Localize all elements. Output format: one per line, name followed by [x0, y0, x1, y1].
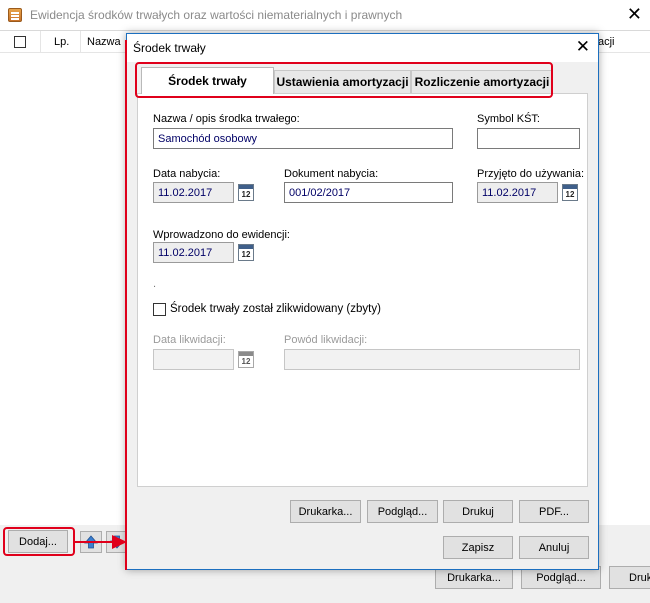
dialog-title: Środek trwały — [133, 41, 206, 55]
select-all-checkbox[interactable] — [14, 36, 26, 48]
calendar-icon[interactable]: 12 — [562, 184, 578, 201]
app-icon — [8, 8, 22, 22]
acquisition-document-input[interactable]: 001/02/2017 — [284, 182, 453, 203]
liquidation-reason-input[interactable] — [284, 349, 580, 370]
name-input[interactable]: Samochód osobowy — [153, 128, 453, 149]
dialog-print-button[interactable]: Drukuj — [443, 500, 513, 523]
column-lp[interactable]: Lp. — [54, 36, 69, 48]
acquisition-date-input[interactable]: 11.02.2017 — [153, 182, 234, 203]
tab-srodek-trwaly[interactable]: Środek trwały — [141, 67, 274, 94]
tab-rozliczenie-amortyzacji[interactable]: Rozliczenie amortyzacji — [411, 70, 553, 93]
column-nazwa[interactable]: Nazwa — [87, 36, 121, 48]
main-titlebar: Ewidencja środków trwałych oraz wartości… — [0, 0, 650, 30]
grid-divider — [80, 31, 81, 53]
separator-dot: . — [153, 278, 157, 290]
dialog-printer-button[interactable]: Drukarka... — [290, 500, 361, 523]
name-label: Nazwa / opis środka trwałego: — [153, 113, 300, 125]
acquisition-document-label: Dokument nabycia: — [284, 168, 379, 180]
annotation-arrow-head-icon — [112, 535, 127, 549]
arrow-up-icon — [84, 535, 98, 549]
calendar-day: 12 — [241, 250, 251, 259]
calendar-icon[interactable]: 12 — [238, 351, 254, 368]
liquidation-date-input[interactable] — [153, 349, 234, 370]
liquidation-date-label: Data likwidacji: — [153, 334, 226, 346]
kst-symbol-label: Symbol KŚT: — [477, 113, 540, 125]
main-print-button[interactable]: Druk — [609, 566, 650, 589]
registry-date-label: Wprowadzono do ewidencji: — [153, 229, 290, 241]
column-partial[interactable]: acji — [598, 36, 615, 48]
calendar-icon[interactable]: 12 — [238, 184, 254, 201]
asset-dialog: Środek trwały ✕ Środek trwały Ustawienia… — [126, 33, 599, 570]
dialog-pdf-button[interactable]: PDF... — [519, 500, 589, 523]
kst-symbol-input[interactable] — [477, 128, 580, 149]
tab-ustawienia-amortyzacji[interactable]: Ustawienia amortyzacji — [274, 70, 411, 93]
dialog-tabs: Środek trwały Ustawienia amortyzacji Roz… — [137, 67, 557, 94]
acquisition-date-label: Data nabycia: — [153, 168, 221, 180]
grid-divider — [40, 31, 41, 53]
move-up-button[interactable] — [80, 531, 102, 553]
liquidated-label[interactable]: Środek trwały został zlikwidowany (zbyty… — [170, 303, 381, 315]
dialog-close-icon[interactable]: ✕ — [576, 37, 590, 57]
cancel-button[interactable]: Anuluj — [519, 536, 589, 559]
main-window-title: Ewidencja środków trwałych oraz wartości… — [30, 8, 403, 22]
dialog-titlebar: Środek trwały ✕ — [127, 34, 598, 62]
calendar-icon[interactable]: 12 — [238, 244, 254, 261]
calendar-day: 12 — [241, 190, 251, 199]
liquidated-checkbox[interactable] — [153, 303, 166, 316]
in-use-date-label: Przyjęto do używania: — [477, 168, 584, 180]
in-use-date-input[interactable]: 11.02.2017 — [477, 182, 558, 203]
add-button[interactable]: Dodaj... — [8, 530, 68, 553]
save-button[interactable]: Zapisz — [443, 536, 513, 559]
liquidation-reason-label: Powód likwidacji: — [284, 334, 368, 346]
registry-date-input[interactable]: 11.02.2017 — [153, 242, 234, 263]
tab-panel: Nazwa / opis środka trwałego: Samochód o… — [137, 93, 588, 487]
calendar-day: 12 — [565, 190, 575, 199]
calendar-day: 12 — [241, 357, 251, 366]
main-close-icon[interactable]: ✕ — [627, 4, 642, 24]
dialog-preview-button[interactable]: Podgląd... — [367, 500, 438, 523]
